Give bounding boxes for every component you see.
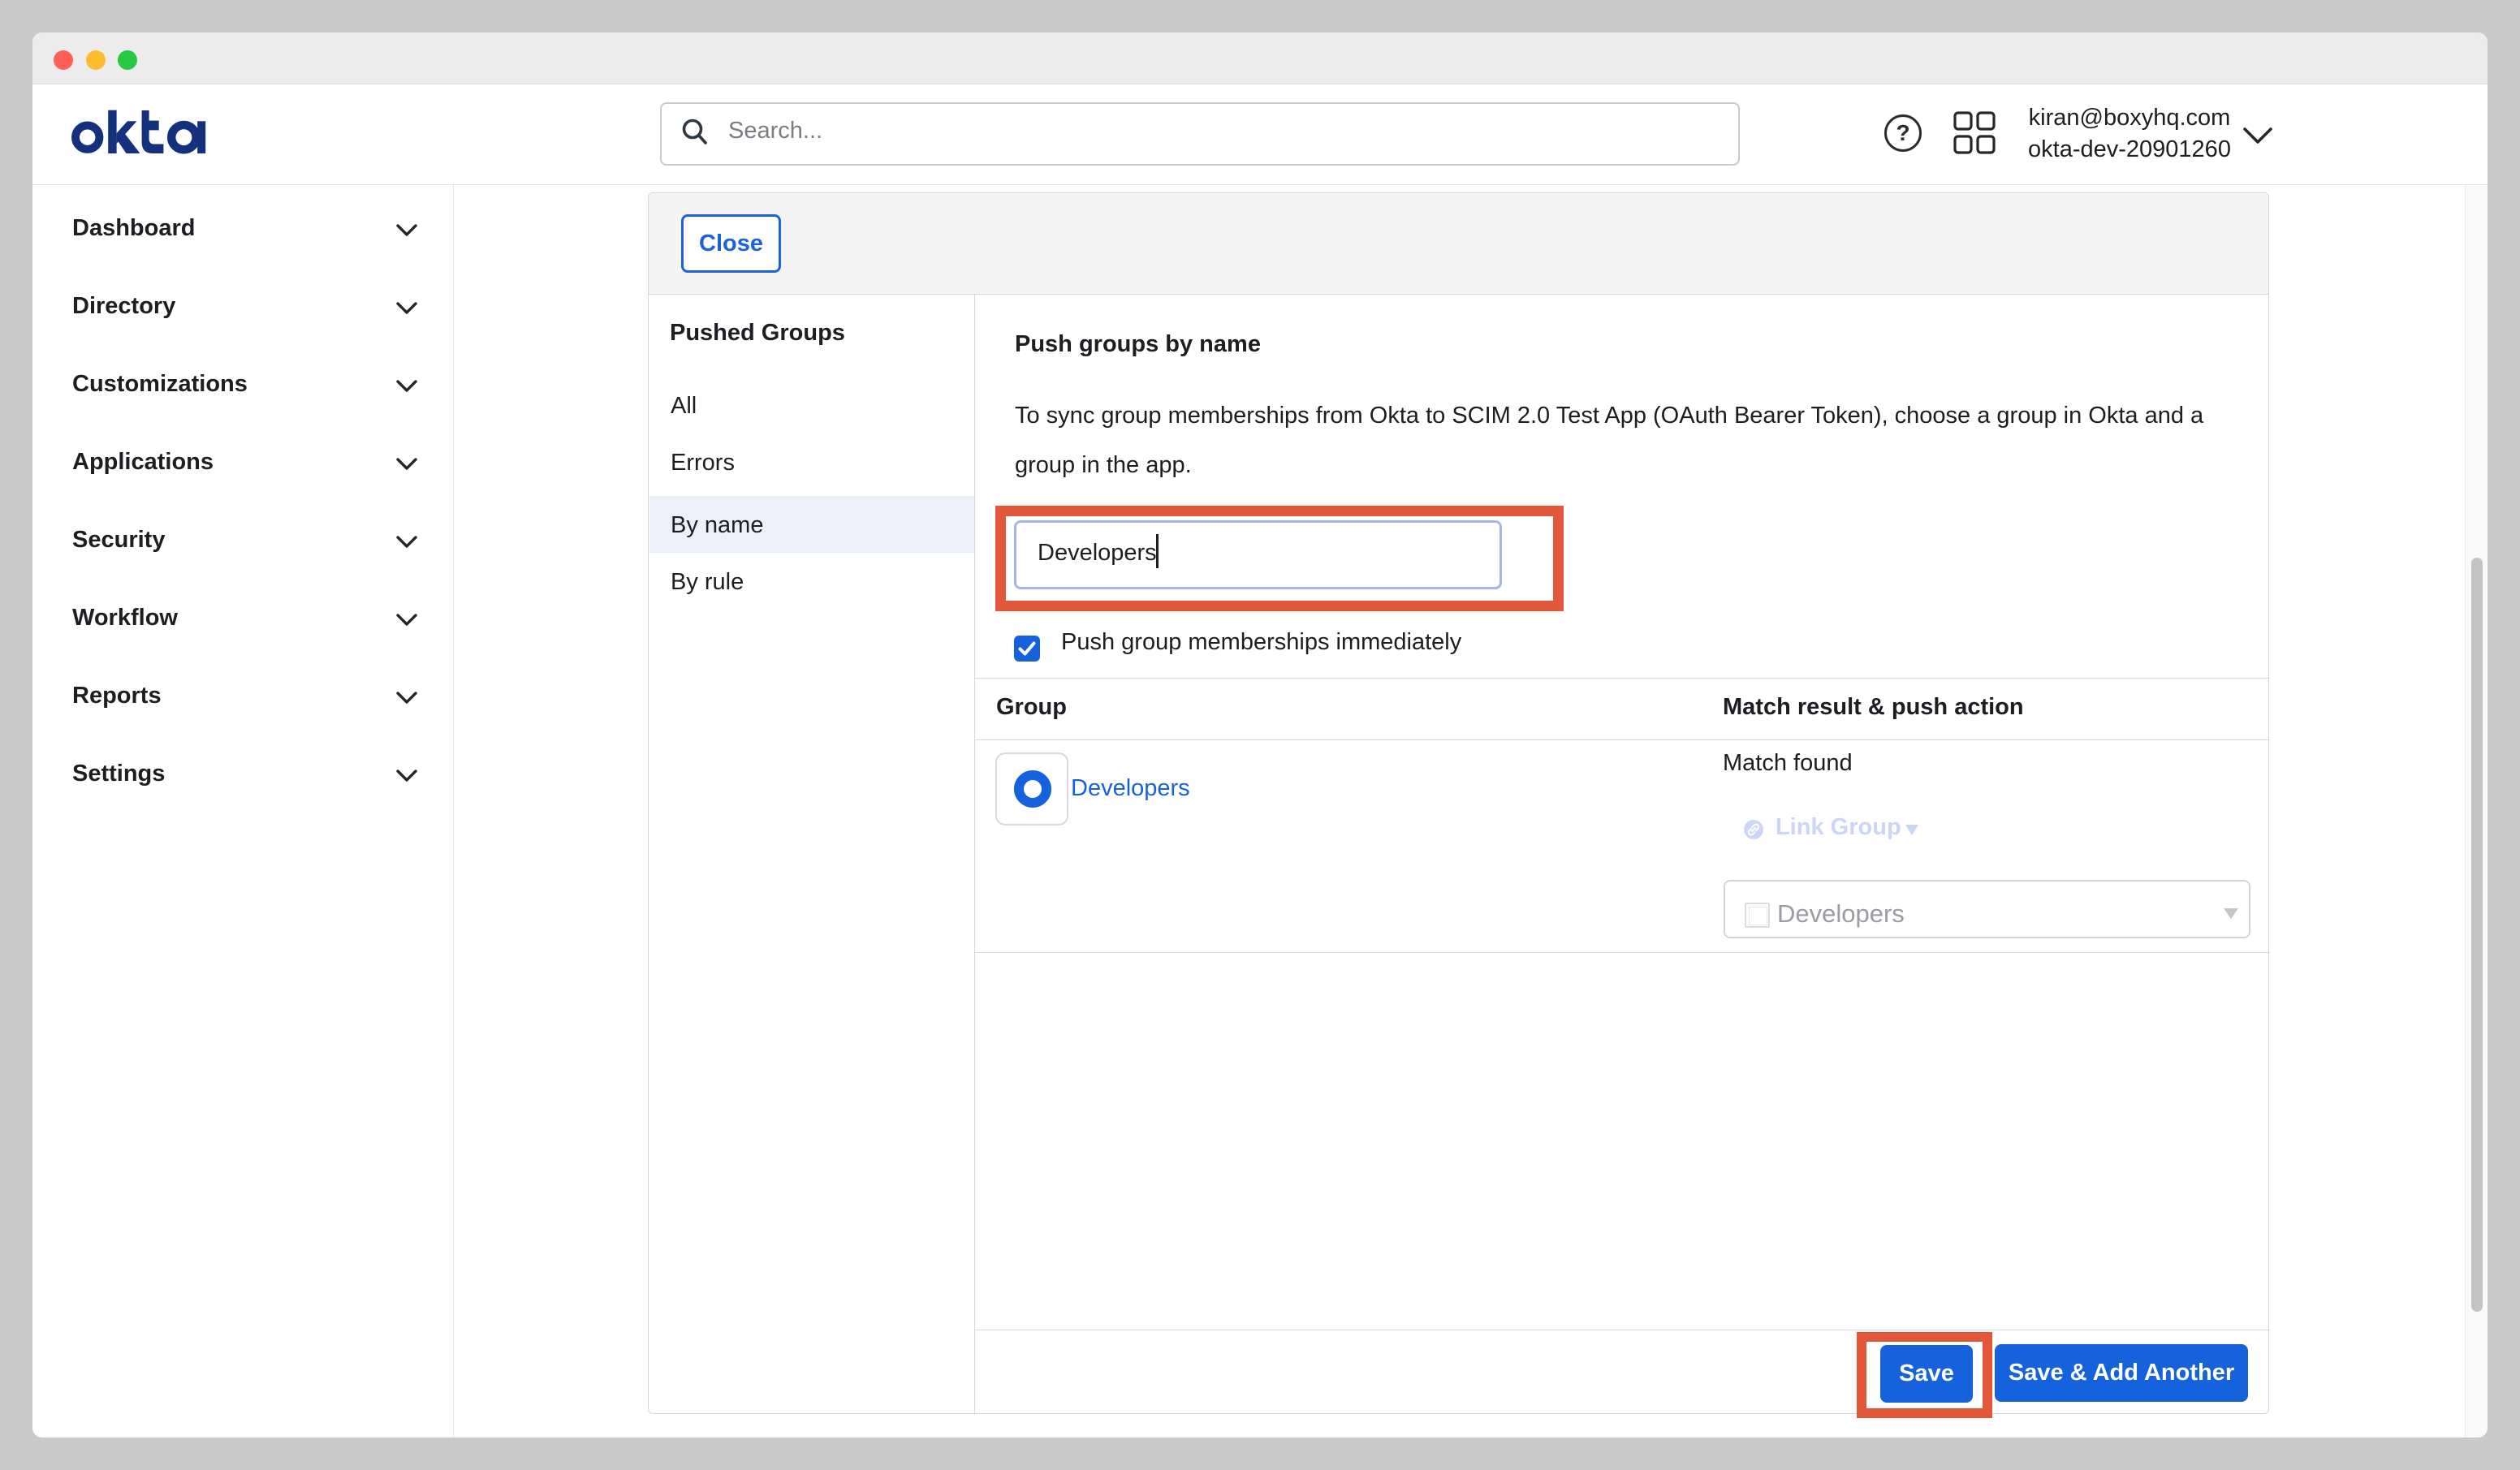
svg-text:?: ? (1896, 120, 1909, 145)
